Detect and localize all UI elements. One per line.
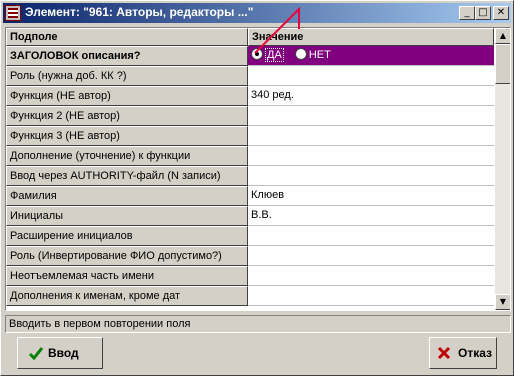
- field-name-cell: Инициалы: [6, 206, 248, 226]
- dialog-window: Элемент: "961: Авторы, редакторы ..." _ …: [0, 0, 514, 376]
- column-header-subfield[interactable]: Подполе: [6, 28, 248, 46]
- value-cell-selected[interactable]: ДА НЕТ: [248, 46, 494, 66]
- value-cell[interactable]: [248, 66, 494, 86]
- grid-row[interactable]: Функция (НЕ автор) 340 ред.: [6, 86, 494, 106]
- radio-option-no[interactable]: НЕТ: [294, 46, 331, 65]
- cancel-button-label: Отказ: [458, 346, 493, 360]
- value-cell[interactable]: Клюев: [248, 186, 494, 206]
- cancel-button[interactable]: Отказ: [429, 337, 497, 369]
- value-cell[interactable]: [248, 266, 494, 286]
- scroll-down-button[interactable]: ▼: [495, 294, 510, 310]
- minimize-button[interactable]: _: [459, 6, 475, 20]
- field-name-cell: Функция (НЕ автор): [6, 86, 248, 106]
- ok-button[interactable]: Ввод: [17, 337, 103, 369]
- radio-yes-label: ДА: [265, 48, 284, 62]
- grid-row[interactable]: Роль (Инвертирование ФИО допустимо?): [6, 246, 494, 266]
- value-cell[interactable]: 340 ред.: [248, 86, 494, 106]
- grid-row[interactable]: Фамилия Клюев: [6, 186, 494, 206]
- field-name-cell: Дополнение (уточнение) к функции: [6, 146, 248, 166]
- grid-row[interactable]: Инициалы В.В.: [6, 206, 494, 226]
- field-name-cell: Ввод через AUTHORITY-файл (N записи): [6, 166, 248, 186]
- close-button[interactable]: ✕: [493, 6, 509, 20]
- window-title: Элемент: "961: Авторы, редакторы ...": [25, 5, 254, 19]
- field-name-cell: Функция 2 (НЕ автор): [6, 106, 248, 126]
- subfield-grid: Подполе Значение ЗАГОЛОВОК описания? ДА …: [5, 27, 511, 311]
- value-cell[interactable]: [248, 246, 494, 266]
- value-cell[interactable]: [248, 226, 494, 246]
- field-name-cell: Роль (нужна доб. КК ?): [6, 66, 248, 86]
- field-name-cell: Неотъемлемая часть имени: [6, 266, 248, 286]
- grid-row[interactable]: ЗАГОЛОВОК описания? ДА НЕТ: [6, 46, 494, 66]
- radio-no-button[interactable]: [294, 48, 307, 61]
- ok-button-label: Ввод: [48, 346, 79, 360]
- field-name-cell: Роль (Инвертирование ФИО допустимо?): [6, 246, 248, 266]
- status-bar: Вводить в первом повторении поля: [5, 315, 511, 333]
- grid-row[interactable]: Функция 2 (НЕ автор): [6, 106, 494, 126]
- vertical-scrollbar[interactable]: ▲ ▼: [495, 28, 510, 310]
- title-bar[interactable]: Элемент: "961: Авторы, редакторы ..." _ …: [3, 3, 511, 23]
- field-name-cell: ЗАГОЛОВОК описания?: [6, 46, 248, 66]
- scroll-thumb[interactable]: [495, 44, 510, 84]
- value-cell[interactable]: [248, 166, 494, 186]
- grid-row[interactable]: Функция 3 (НЕ автор): [6, 126, 494, 146]
- value-cell[interactable]: [248, 106, 494, 126]
- grid-row[interactable]: Ввод через AUTHORITY-файл (N записи): [6, 166, 494, 186]
- maximize-button[interactable]: □: [475, 6, 491, 20]
- value-cell[interactable]: [248, 126, 494, 146]
- app-icon: [5, 5, 21, 21]
- radio-no-label: НЕТ: [308, 49, 331, 61]
- value-cell[interactable]: [248, 286, 494, 306]
- grid-row[interactable]: Неотъемлемая часть имени: [6, 266, 494, 286]
- value-cell[interactable]: [248, 146, 494, 166]
- grid-row[interactable]: Дополнение (уточнение) к функции: [6, 146, 494, 166]
- field-name-cell: Фамилия: [6, 186, 248, 206]
- x-icon: [437, 346, 451, 360]
- value-cell[interactable]: В.В.: [248, 206, 494, 226]
- radio-option-yes[interactable]: ДА: [251, 46, 284, 65]
- radio-yes-button[interactable]: [251, 48, 263, 61]
- column-header-value[interactable]: Значение: [248, 28, 494, 46]
- field-name-cell: Дополнения к именам, кроме дат: [6, 286, 248, 306]
- field-name-cell: Функция 3 (НЕ автор): [6, 126, 248, 146]
- grid-row[interactable]: Роль (нужна доб. КК ?): [6, 66, 494, 86]
- scroll-up-button[interactable]: ▲: [495, 28, 510, 44]
- check-icon: [28, 347, 44, 361]
- grid-row[interactable]: Дополнения к именам, кроме дат: [6, 286, 494, 306]
- grid-row[interactable]: Расширение инициалов: [6, 226, 494, 246]
- grid-rows: ЗАГОЛОВОК описания? ДА НЕТ Роль (нужна д…: [6, 46, 494, 306]
- field-name-cell: Расширение инициалов: [6, 226, 248, 246]
